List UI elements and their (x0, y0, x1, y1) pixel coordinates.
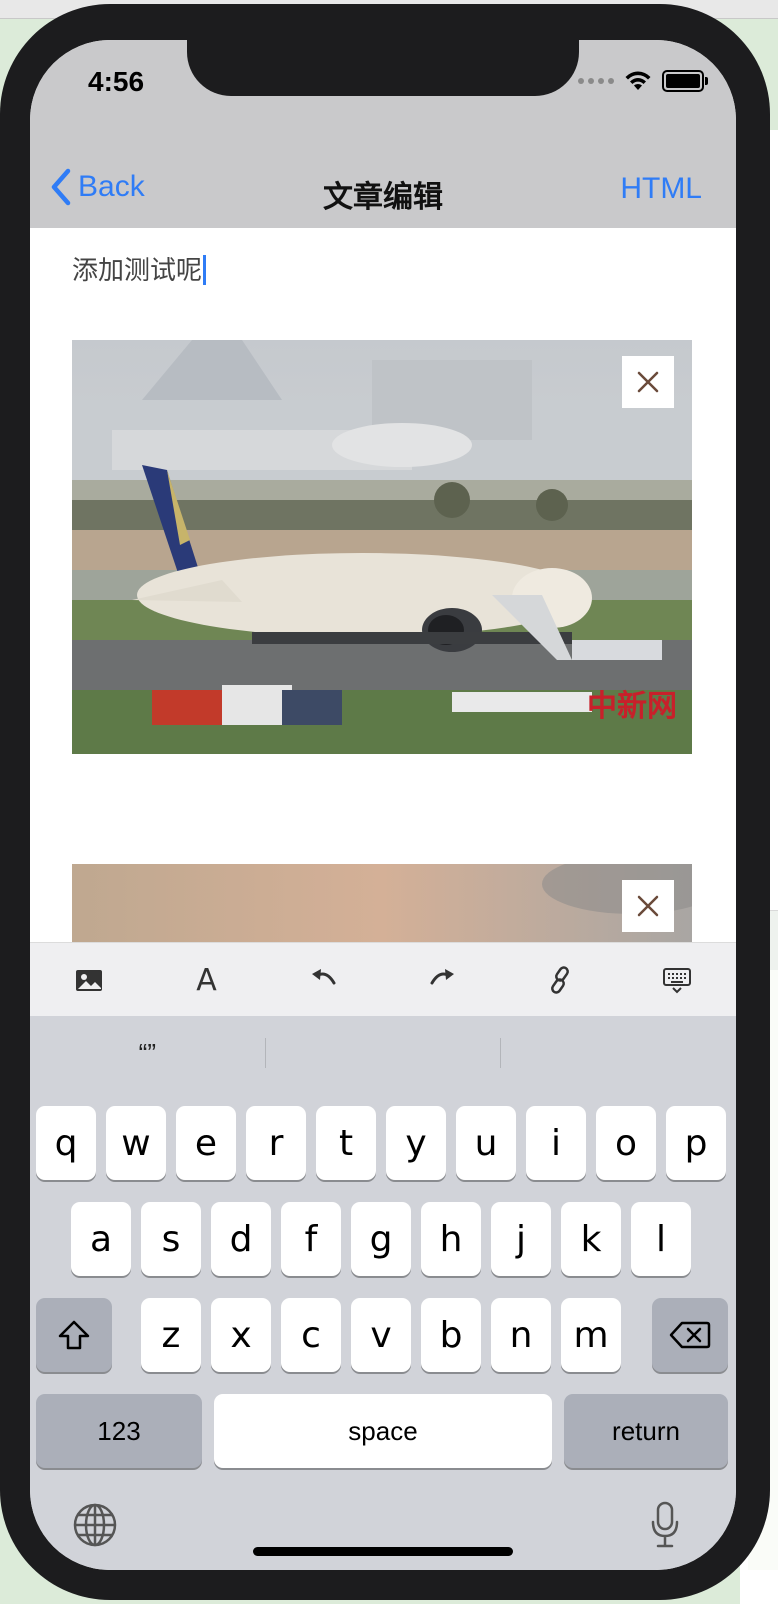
font-icon: A (196, 962, 217, 998)
close-icon (637, 895, 659, 917)
key-u[interactable]: u (456, 1106, 516, 1180)
svg-text:中新网: 中新网 (587, 689, 677, 724)
suggestion-item[interactable] (266, 1016, 501, 1090)
html-button[interactable]: HTML (620, 172, 702, 206)
key-k[interactable]: k (561, 1202, 621, 1276)
inserted-image-sky[interactable] (72, 864, 692, 942)
key-h[interactable]: h (421, 1202, 481, 1276)
navigation-bar: Back 文章编辑 HTML (30, 150, 736, 228)
undo-button[interactable] (265, 943, 383, 1017)
remove-image-button[interactable] (622, 880, 674, 932)
image-icon (75, 970, 102, 991)
link-button[interactable] (501, 943, 619, 1017)
suggestion-bar: “” (30, 1016, 736, 1090)
key-v[interactable]: v (351, 1298, 411, 1372)
remove-image-button[interactable] (622, 356, 674, 408)
key-c[interactable]: c (281, 1298, 341, 1372)
key-q[interactable]: q (36, 1106, 96, 1180)
shift-key[interactable] (36, 1298, 112, 1372)
key-j[interactable]: j (491, 1202, 551, 1276)
key-e[interactable]: e (176, 1106, 236, 1180)
keyboard: “” q w e r t y u i o p a s d f g h j k l… (30, 1016, 736, 1570)
battery-icon (662, 70, 708, 92)
key-i[interactable]: i (526, 1106, 586, 1180)
undo-icon (312, 969, 336, 985)
numbers-key[interactable]: 123 (36, 1394, 202, 1468)
key-r[interactable]: r (246, 1106, 306, 1180)
suggestion-item[interactable]: “” (30, 1016, 265, 1090)
key-x[interactable]: x (211, 1298, 271, 1372)
home-indicator[interactable] (253, 1547, 513, 1556)
insert-image-button[interactable] (30, 943, 148, 1017)
sky-photo (72, 864, 692, 942)
suggestion-item[interactable] (501, 1016, 736, 1090)
key-d[interactable]: d (211, 1202, 271, 1276)
key-l[interactable]: l (631, 1202, 691, 1276)
delete-key[interactable] (652, 1298, 728, 1372)
microphone-icon[interactable] (650, 1500, 680, 1550)
delete-icon (669, 1321, 711, 1349)
wifi-icon (625, 71, 651, 90)
key-t[interactable]: t (316, 1106, 376, 1180)
notch (187, 40, 579, 96)
keyboard-dismiss-icon (663, 968, 692, 994)
key-b[interactable]: b (421, 1298, 481, 1372)
phone-screen: 4:56 Back 文章编辑 HTML 添加测试呢 中新网 A “” q w e… (30, 40, 736, 1570)
key-z[interactable]: z (141, 1298, 201, 1372)
article-editor[interactable]: 添加测试呢 中新网 (30, 228, 736, 942)
status-indicators (578, 70, 708, 92)
key-p[interactable]: p (666, 1106, 726, 1180)
cellular-signal-icon (578, 78, 614, 84)
globe-icon[interactable] (72, 1502, 118, 1548)
dismiss-keyboard-button[interactable] (618, 943, 736, 1017)
link-icon (550, 966, 569, 994)
key-o[interactable]: o (596, 1106, 656, 1180)
return-key[interactable]: return (564, 1394, 728, 1468)
key-m[interactable]: m (561, 1298, 621, 1372)
text-cursor (203, 255, 207, 285)
inserted-image-airplane[interactable]: 中新网 (72, 340, 692, 754)
key-f[interactable]: f (281, 1202, 341, 1276)
key-s[interactable]: s (141, 1202, 201, 1276)
redo-icon (430, 969, 454, 985)
editor-toolbar: A (30, 942, 736, 1017)
space-key[interactable]: space (214, 1394, 552, 1468)
editor-text: 添加测试呢 (72, 256, 203, 286)
shift-icon (58, 1320, 90, 1350)
editor-text-line[interactable]: 添加测试呢 (72, 250, 207, 287)
key-a[interactable]: a (71, 1202, 131, 1276)
phone-frame: 4:56 Back 文章编辑 HTML 添加测试呢 中新网 A “” q w e… (0, 4, 770, 1600)
redo-button[interactable] (383, 943, 501, 1017)
key-y[interactable]: y (386, 1106, 446, 1180)
font-button[interactable]: A (148, 943, 266, 1017)
key-g[interactable]: g (351, 1202, 411, 1276)
key-n[interactable]: n (491, 1298, 551, 1372)
key-w[interactable]: w (106, 1106, 166, 1180)
close-icon (637, 371, 659, 393)
status-time: 4:56 (88, 66, 145, 97)
airplane-photo: 中新网 (72, 340, 692, 754)
